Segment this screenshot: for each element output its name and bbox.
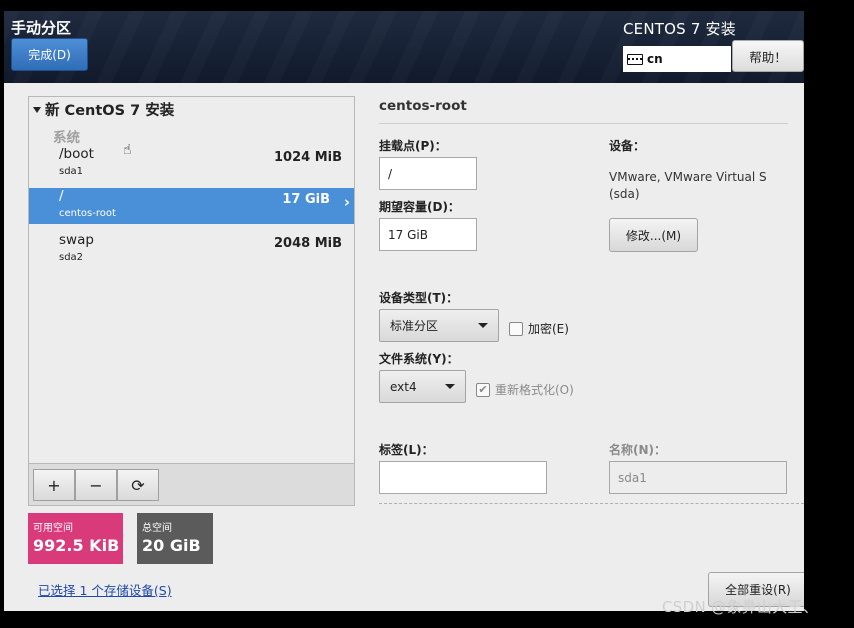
chevron-right-icon: › bbox=[343, 193, 350, 211]
page-title: 手动分区 bbox=[11, 19, 72, 37]
reformat-label: 重新格式化(O) bbox=[495, 383, 574, 397]
partition-size: 1024 MiB bbox=[273, 150, 342, 165]
device-value-text: VMware, VMware Virtual S (sda) bbox=[609, 170, 767, 201]
expander-triangle-icon bbox=[33, 106, 41, 113]
partition-row-swap[interactable]: swap sda2 2048 MiB bbox=[29, 232, 354, 268]
device-value: VMware, VMware Virtual S (sda) bbox=[609, 169, 767, 203]
partition-toolbar: + − ⟳ bbox=[29, 463, 354, 505]
mount-point-label: 挂载点(P)： bbox=[379, 139, 447, 153]
total-space-label: 总空间 bbox=[142, 523, 172, 534]
partition-device: centos-root bbox=[59, 208, 116, 219]
encrypt-checkbox-row[interactable]: 加密(E) bbox=[509, 320, 569, 337]
hand-cursor-icon: ☝ bbox=[123, 142, 132, 158]
refresh-icon: ⟳ bbox=[131, 475, 145, 495]
keyboard-layout-indicator[interactable]: cn bbox=[623, 46, 731, 72]
done-button[interactable]: 完成(D) bbox=[11, 38, 88, 71]
partition-row-boot[interactable]: /boot sda1 1024 MiB bbox=[29, 146, 354, 182]
partition-device: sda1 bbox=[59, 166, 84, 177]
device-type-value: 标准分区 bbox=[390, 319, 439, 333]
device-label: 设备： bbox=[609, 139, 646, 153]
partition-size: 2048 MiB bbox=[273, 236, 342, 251]
dropdown-arrow-icon bbox=[445, 384, 455, 389]
refresh-button[interactable]: ⟳ bbox=[117, 469, 159, 501]
encrypt-checkbox[interactable] bbox=[509, 321, 523, 336]
dropdown-arrow-icon bbox=[478, 323, 488, 328]
encrypt-label: 加密(E) bbox=[528, 322, 569, 336]
install-group-header[interactable]: 新 CentOS 7 安装 bbox=[33, 99, 174, 120]
watermark: CSDN @象鼻山大王、 bbox=[662, 598, 819, 616]
partition-list-panel: 新 CentOS 7 安装 系统 /boot sda1 1024 MiB / c… bbox=[28, 96, 355, 506]
reformat-checkbox: ✔ bbox=[476, 382, 490, 397]
add-partition-button[interactable]: + bbox=[33, 469, 75, 501]
filesystem-select[interactable]: ext4 bbox=[379, 370, 466, 403]
tag-label: 标签(L)： bbox=[379, 443, 434, 457]
keyboard-icon bbox=[627, 53, 643, 65]
partition-size: 17 GiB bbox=[282, 192, 330, 207]
filesystem-value: ext4 bbox=[390, 379, 417, 394]
free-space-box: 可用空间 992.5 KiB bbox=[28, 513, 123, 564]
total-space-box: 总空间 20 GiB bbox=[137, 513, 213, 564]
installer-window: 手动分区 完成(D) CENTOS 7 安装 cn 帮助！ 新 CentOS 7… bbox=[4, 11, 804, 611]
dashed-divider bbox=[379, 503, 804, 504]
partition-mount: swap bbox=[59, 232, 94, 248]
partition-device: sda2 bbox=[59, 252, 84, 263]
partition-mount: /boot bbox=[59, 146, 94, 162]
detail-title: centos-root bbox=[379, 98, 467, 114]
tag-input[interactable] bbox=[379, 461, 547, 494]
partition-row-root[interactable]: / centos-root 17 GiB › bbox=[29, 188, 354, 224]
system-section-header: 系统 bbox=[53, 130, 80, 146]
divider bbox=[379, 123, 788, 124]
reformat-checkbox-row: ✔ 重新格式化(O) bbox=[476, 381, 574, 398]
partition-mount: / bbox=[59, 188, 64, 204]
help-button[interactable]: 帮助！ bbox=[732, 40, 804, 72]
total-space-value: 20 GiB bbox=[142, 536, 201, 555]
filesystem-label: 文件系统(Y)： bbox=[379, 352, 459, 366]
free-space-value: 992.5 KiB bbox=[33, 536, 120, 555]
device-type-select[interactable]: 标准分区 bbox=[379, 309, 499, 342]
modify-button[interactable]: 修改...(M) bbox=[609, 218, 698, 252]
free-space-label: 可用空间 bbox=[33, 523, 73, 534]
install-group-title: 新 CentOS 7 安装 bbox=[45, 103, 175, 119]
mount-point-input[interactable]: / bbox=[379, 157, 477, 190]
plus-icon: + bbox=[47, 475, 61, 495]
header-bar: 手动分区 完成(D) CENTOS 7 安装 cn 帮助！ bbox=[4, 11, 804, 83]
desired-capacity-label: 期望容量(D)： bbox=[379, 200, 460, 214]
product-title: CENTOS 7 安装 bbox=[623, 20, 736, 38]
device-type-label: 设备类型(T)： bbox=[379, 291, 459, 305]
name-input: sda1 bbox=[609, 461, 787, 494]
desired-capacity-input[interactable]: 17 GiB bbox=[379, 218, 477, 251]
selected-storage-link[interactable]: 已选择 1 个存储设备(S) bbox=[38, 580, 172, 599]
keyboard-layout-label: cn bbox=[647, 52, 663, 66]
name-label: 名称(N)： bbox=[609, 443, 667, 457]
remove-partition-button[interactable]: − bbox=[75, 469, 117, 501]
minus-icon: − bbox=[89, 475, 103, 495]
